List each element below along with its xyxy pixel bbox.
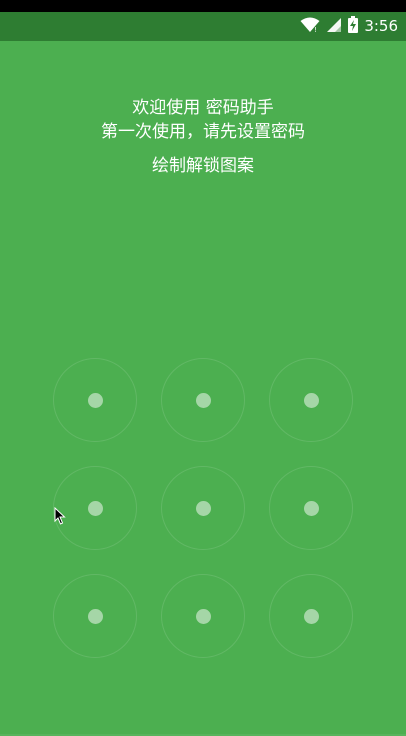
status-time: 3:56 [364, 17, 398, 35]
welcome-subtitle: 第一次使用，请先设置密码 [101, 122, 305, 142]
pattern-node-9[interactable] [269, 574, 353, 658]
pattern-node-2[interactable] [161, 358, 245, 442]
pattern-node-8[interactable] [161, 574, 245, 658]
pattern-node-1[interactable] [53, 358, 137, 442]
pattern-dot [303, 500, 319, 516]
welcome-text: 欢迎使用 密码助手 第一次使用，请先设置密码 绘制解锁图案 [0, 96, 406, 178]
pattern-node-3[interactable] [269, 358, 353, 442]
pattern-dot [87, 608, 103, 624]
pattern-dot [303, 608, 319, 624]
pattern-dot [195, 608, 211, 624]
pattern-node-6[interactable] [269, 466, 353, 550]
welcome-title: 欢迎使用 密码助手 [132, 98, 274, 118]
pattern-dot [87, 500, 103, 516]
pattern-lock-grid[interactable] [53, 358, 356, 661]
status-bar: ! 3:56 [0, 12, 406, 41]
pattern-instruction: 绘制解锁图案 [152, 156, 254, 176]
wifi-icon: ! [300, 17, 320, 37]
signal-icon [326, 17, 342, 37]
pattern-dot [87, 392, 103, 408]
mouse-cursor-icon [54, 507, 66, 525]
pattern-node-7[interactable] [53, 574, 137, 658]
pattern-dot [303, 392, 319, 408]
pattern-dot [195, 500, 211, 516]
top-strip [0, 0, 406, 12]
pattern-node-5[interactable] [161, 466, 245, 550]
svg-text:!: ! [314, 26, 317, 33]
pattern-dot [195, 392, 211, 408]
battery-charging-icon [348, 16, 359, 37]
